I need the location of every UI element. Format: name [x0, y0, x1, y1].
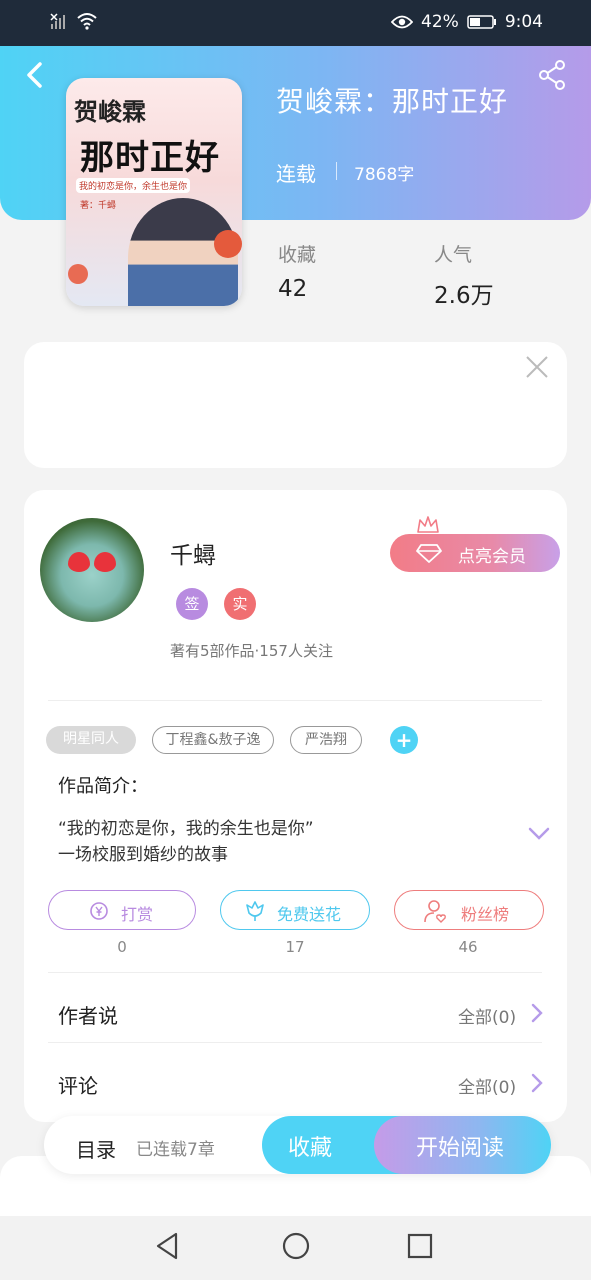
avatar-heart-eye	[94, 552, 116, 572]
flower-count: 17	[285, 938, 305, 956]
flower-icon	[246, 901, 264, 921]
author-says-all-link[interactable]: 全部(0)	[458, 1003, 516, 1028]
chevron-right-icon[interactable]	[530, 1003, 544, 1023]
verified-badge: 实	[224, 588, 256, 620]
reward-button[interactable]: 打赏	[48, 890, 196, 930]
chevron-down-icon[interactable]	[528, 826, 550, 842]
clock: 9:04	[504, 12, 543, 32]
chapter-count[interactable]: 已连载7章	[136, 1135, 215, 1160]
word-count: 7868字	[354, 165, 415, 185]
divider	[48, 700, 542, 701]
fan-ranking-label: 粉丝榜	[461, 905, 510, 924]
cover-title-line1: 贺峻霖	[74, 98, 146, 126]
user-heart-icon	[424, 900, 446, 923]
cover-tagline: 我的初恋是你，余生也是你	[76, 178, 191, 193]
signal-off-icon	[50, 13, 65, 29]
diamond-icon	[416, 544, 442, 563]
author-name[interactable]: 千蟳	[170, 536, 216, 570]
book-status: 连载	[276, 162, 316, 186]
tag-chip[interactable]: 丁程鑫&敖子逸	[152, 726, 274, 754]
back-arrow-icon[interactable]	[18, 58, 52, 92]
author-avatar[interactable]	[40, 518, 144, 622]
divider	[48, 972, 542, 973]
fan-ranking-button[interactable]: 粉丝榜	[394, 890, 544, 930]
popularity-label: 人气	[434, 244, 473, 266]
send-flower-button[interactable]: 免费送花	[220, 890, 370, 930]
intro-text-line: “我的初恋是你，我的余生也是你”	[58, 819, 314, 839]
signed-badge: 签	[176, 588, 208, 620]
cover-author: 著：千蟳	[80, 201, 117, 211]
cover-flower-decoration	[214, 230, 242, 258]
vip-button-label: 点亮会员	[458, 547, 526, 567]
divider	[336, 162, 337, 180]
fan-count: 46	[458, 938, 478, 956]
crown-icon	[417, 516, 439, 533]
favorites-value: 42	[278, 276, 308, 302]
start-reading-button[interactable]: 开始阅读	[374, 1116, 551, 1174]
toc-button[interactable]: 目录	[76, 1134, 116, 1163]
chevron-right-icon[interactable]	[530, 1073, 544, 1093]
status-bar: 42% 9:04	[0, 0, 591, 46]
nav-recents-icon[interactable]	[404, 1230, 436, 1262]
share-icon[interactable]	[535, 58, 569, 92]
comments-all-link[interactable]: 全部(0)	[458, 1073, 516, 1098]
popularity-value: 2.6万	[434, 283, 494, 309]
avatar-heart-eye	[68, 552, 90, 572]
start-reading-label: 开始阅读	[416, 1136, 505, 1161]
intro-title: 作品简介：	[58, 776, 148, 797]
divider	[48, 1042, 542, 1043]
author-says-label[interactable]: 作者说	[58, 1000, 118, 1029]
author-meta: 著有5部作品·157人关注	[170, 642, 333, 660]
book-cover[interactable]: 贺峻霖 那时正好 我的初恋是你，余生也是你 著：千蟳	[66, 78, 242, 306]
eye-comfort-icon	[391, 15, 414, 29]
ad-banner[interactable]	[24, 342, 567, 468]
battery-percent: 42%	[421, 12, 459, 32]
reward-label: 打赏	[121, 905, 154, 924]
cover-title-line2: 那时正好	[80, 138, 220, 178]
nav-home-icon[interactable]	[280, 1230, 312, 1262]
comments-label[interactable]: 评论	[58, 1070, 98, 1099]
wifi-icon	[77, 13, 97, 30]
collect-button-label: 收藏	[288, 1136, 333, 1161]
tag-chip[interactable]: 明星同人	[46, 726, 136, 754]
cover-flower-decoration	[68, 264, 88, 284]
tag-chip[interactable]: 严浩翔	[290, 726, 362, 754]
send-flower-label: 免费送花	[277, 905, 342, 924]
nav-back-icon[interactable]	[152, 1230, 184, 1262]
favorites-label: 收藏	[278, 244, 317, 266]
battery-icon	[467, 15, 496, 29]
reward-count: 0	[117, 938, 127, 956]
yen-coin-icon	[90, 902, 108, 920]
close-icon[interactable]	[524, 354, 550, 380]
vip-button[interactable]: 点亮会员	[390, 534, 560, 572]
book-title: 贺峻霖：那时正好	[276, 85, 509, 118]
add-tag-button[interactable]: +	[390, 726, 418, 754]
intro-text-line: 一场校服到婚纱的故事	[58, 845, 228, 865]
